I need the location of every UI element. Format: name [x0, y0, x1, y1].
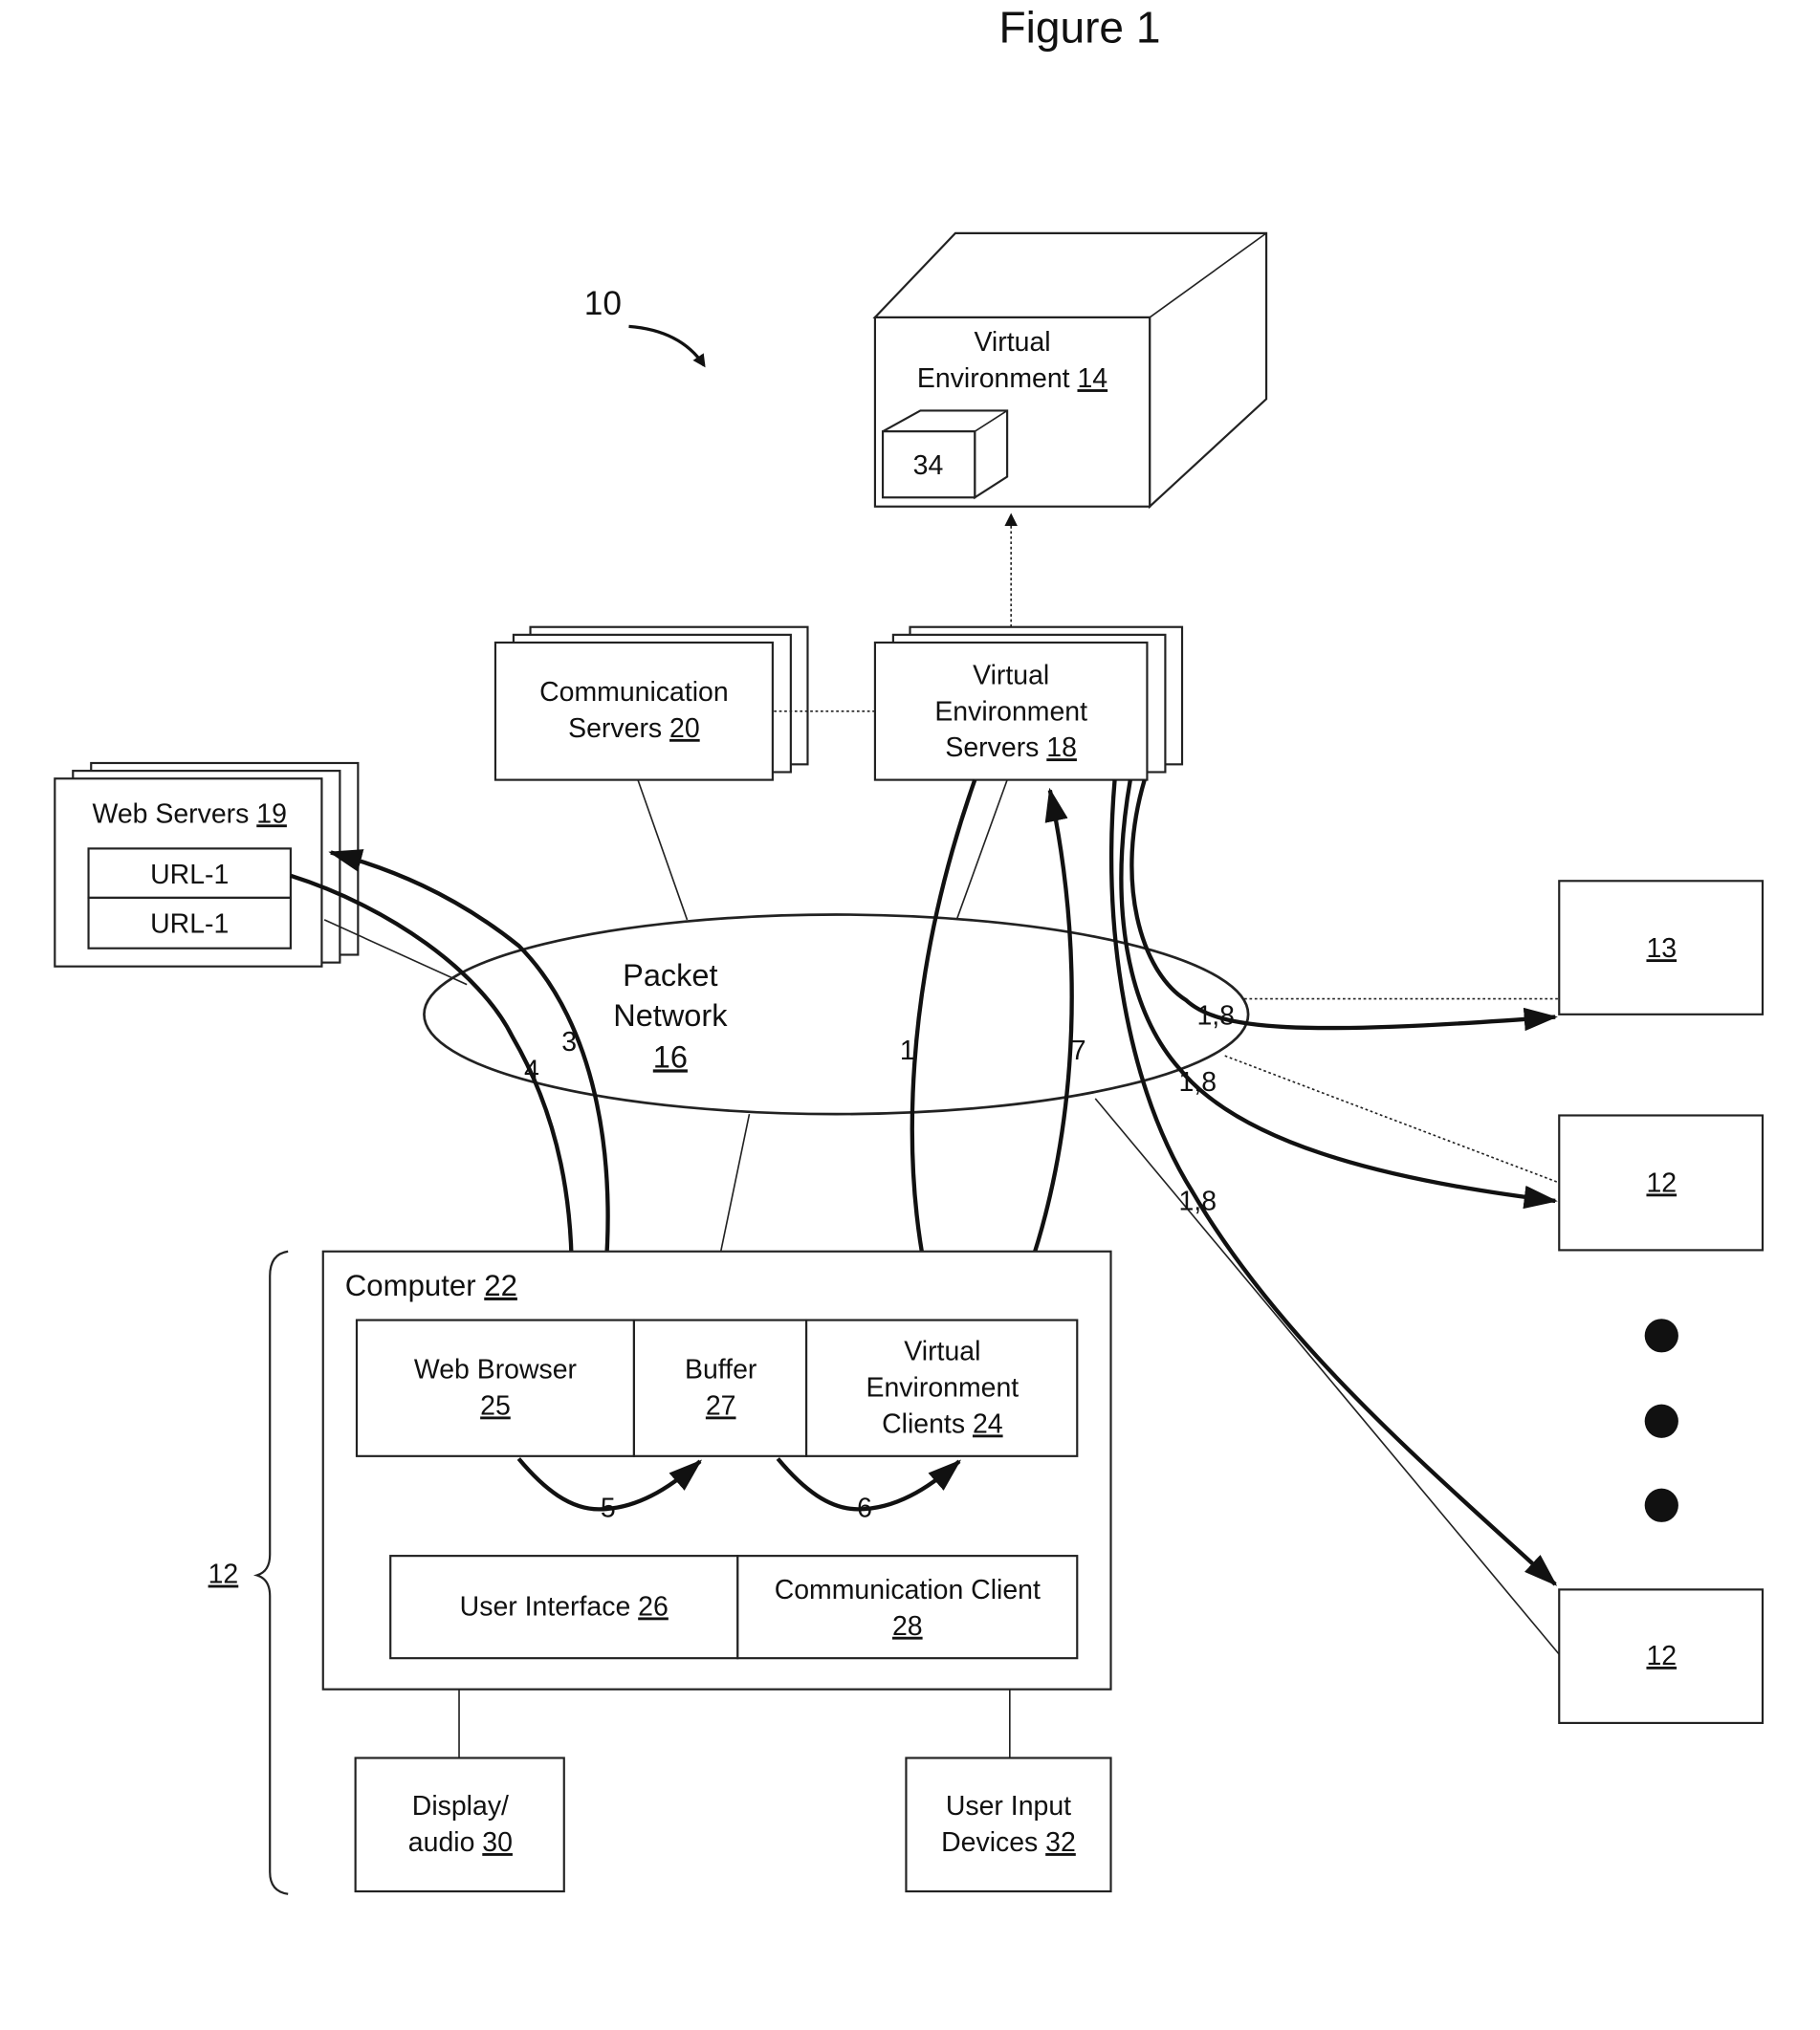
flow-1-8-label-c: 1,8	[1178, 1186, 1217, 1216]
ellipsis-dot	[1644, 1404, 1678, 1438]
comm-servers-label-1: Communication	[539, 677, 729, 708]
comm-servers-label-2: Servers 20	[568, 713, 700, 744]
user-12-label: 12	[1646, 1168, 1677, 1198]
object-34-label: 34	[913, 450, 944, 481]
flow-3-label: 3	[561, 1027, 577, 1058]
user-group-label: 12	[208, 1560, 239, 1590]
ve-clients-node[interactable]: Virtual Environment Clients 24	[805, 1319, 1079, 1457]
ve-servers-label-2: Environment	[934, 696, 1087, 727]
ellipsis-dot	[1644, 1319, 1678, 1353]
user-13-label: 13	[1646, 933, 1677, 964]
comm-client-label: Communication Client	[775, 1575, 1041, 1605]
packet-network-ref: 16	[653, 1039, 688, 1074]
flow-6-label: 6	[857, 1493, 872, 1523]
user-12-node[interactable]: 12	[1558, 1114, 1765, 1252]
computer-node[interactable]: Computer 22 Web Browser 25 Buffer 27 Vir…	[321, 1250, 1112, 1691]
web-browser-label: Web Browser	[414, 1355, 577, 1386]
communication-client-node[interactable]: Communication Client 28	[736, 1555, 1079, 1660]
flow-1-8-to-12a-arrow	[1119, 779, 1558, 1210]
web-servers-node[interactable]: Web Servers 19 URL-1 URL-1	[54, 761, 360, 968]
display-audio-label-2: audio 30	[408, 1827, 513, 1858]
ve-clients-label-3: Clients 24	[882, 1408, 1002, 1439]
user-interface-label: User Interface 26	[460, 1591, 669, 1622]
flow-1-8-to-12b-arrow	[1109, 779, 1558, 1586]
display-audio-node[interactable]: Display/ audio 30	[354, 1757, 565, 1893]
web-browser-node[interactable]: Web Browser 25	[355, 1319, 636, 1457]
communication-servers-node[interactable]: Communication Servers 20	[493, 625, 809, 781]
comm-client-ref: 28	[892, 1611, 923, 1642]
user-group-brace: 12	[208, 1250, 289, 1895]
web-browser-ref: 25	[480, 1390, 511, 1421]
network-diagram: Figure 1 10 Virtual Environment 14 34 Co…	[54, 3, 1765, 1895]
user-input-label-1: User Input	[946, 1791, 1071, 1822]
flow-1-label: 1	[900, 1036, 915, 1066]
buffer-node[interactable]: Buffer 27	[632, 1319, 808, 1457]
flow-1-8-to-13-arrow	[1129, 778, 1558, 1032]
ve-servers-label-3: Servers 18	[945, 732, 1077, 763]
user-12-node[interactable]: 12	[1558, 1588, 1765, 1724]
user-13-node[interactable]: 13	[1558, 880, 1765, 1015]
object-34-cube[interactable]: 34	[881, 409, 1009, 500]
system-reference: 10	[584, 285, 706, 368]
flow-5-label: 5	[601, 1493, 616, 1523]
user-interface-node[interactable]: User Interface 26	[389, 1555, 739, 1660]
ve-label-2: Environment 14	[917, 363, 1107, 394]
flow-4-label: 4	[524, 1056, 539, 1086]
virtual-environment-cube[interactable]: Virtual Environment 14 34	[872, 231, 1268, 510]
computer-label: Computer 22	[345, 1269, 517, 1302]
buffer-ref: 27	[706, 1390, 736, 1421]
web-servers-label: Web Servers 19	[93, 798, 287, 829]
url-entry-label: URL-1	[150, 908, 229, 939]
buffer-label: Buffer	[685, 1355, 757, 1386]
ve-label-1: Virtual	[974, 327, 1050, 358]
ve-clients-label-1: Virtual	[904, 1337, 980, 1367]
brace-icon	[252, 1250, 289, 1895]
flow-7-arrow	[1009, 787, 1074, 1318]
system-ref-label: 10	[584, 285, 622, 322]
url-entry-label: URL-1	[150, 860, 229, 890]
ve-servers-label-1: Virtual	[973, 660, 1049, 690]
flow-1-8-label-b: 1,8	[1178, 1067, 1217, 1098]
ellipsis-dot	[1644, 1488, 1678, 1522]
user-input-label-2: Devices 32	[941, 1827, 1076, 1858]
more-users-ellipsis	[1644, 1319, 1678, 1522]
display-audio-label-1: Display/	[412, 1791, 509, 1822]
ve-clients-label-2: Environment	[866, 1372, 1020, 1403]
user-input-devices-node[interactable]: User Input Devices 32	[905, 1757, 1112, 1893]
flow-7-label: 7	[1071, 1036, 1086, 1066]
system-ref-arrow	[628, 324, 706, 368]
flow-3-arrow	[328, 849, 610, 1320]
packet-network-label-1: Packet	[623, 958, 717, 993]
flow-1-arrow	[910, 778, 977, 1320]
packet-network-label-2: Network	[613, 998, 728, 1033]
figure-title: Figure 1	[999, 3, 1161, 53]
user-12-label: 12	[1646, 1641, 1677, 1671]
flow-1-8-label-a: 1,8	[1196, 1001, 1235, 1032]
ve-servers-node[interactable]: Virtual Environment Servers 18	[873, 625, 1184, 781]
